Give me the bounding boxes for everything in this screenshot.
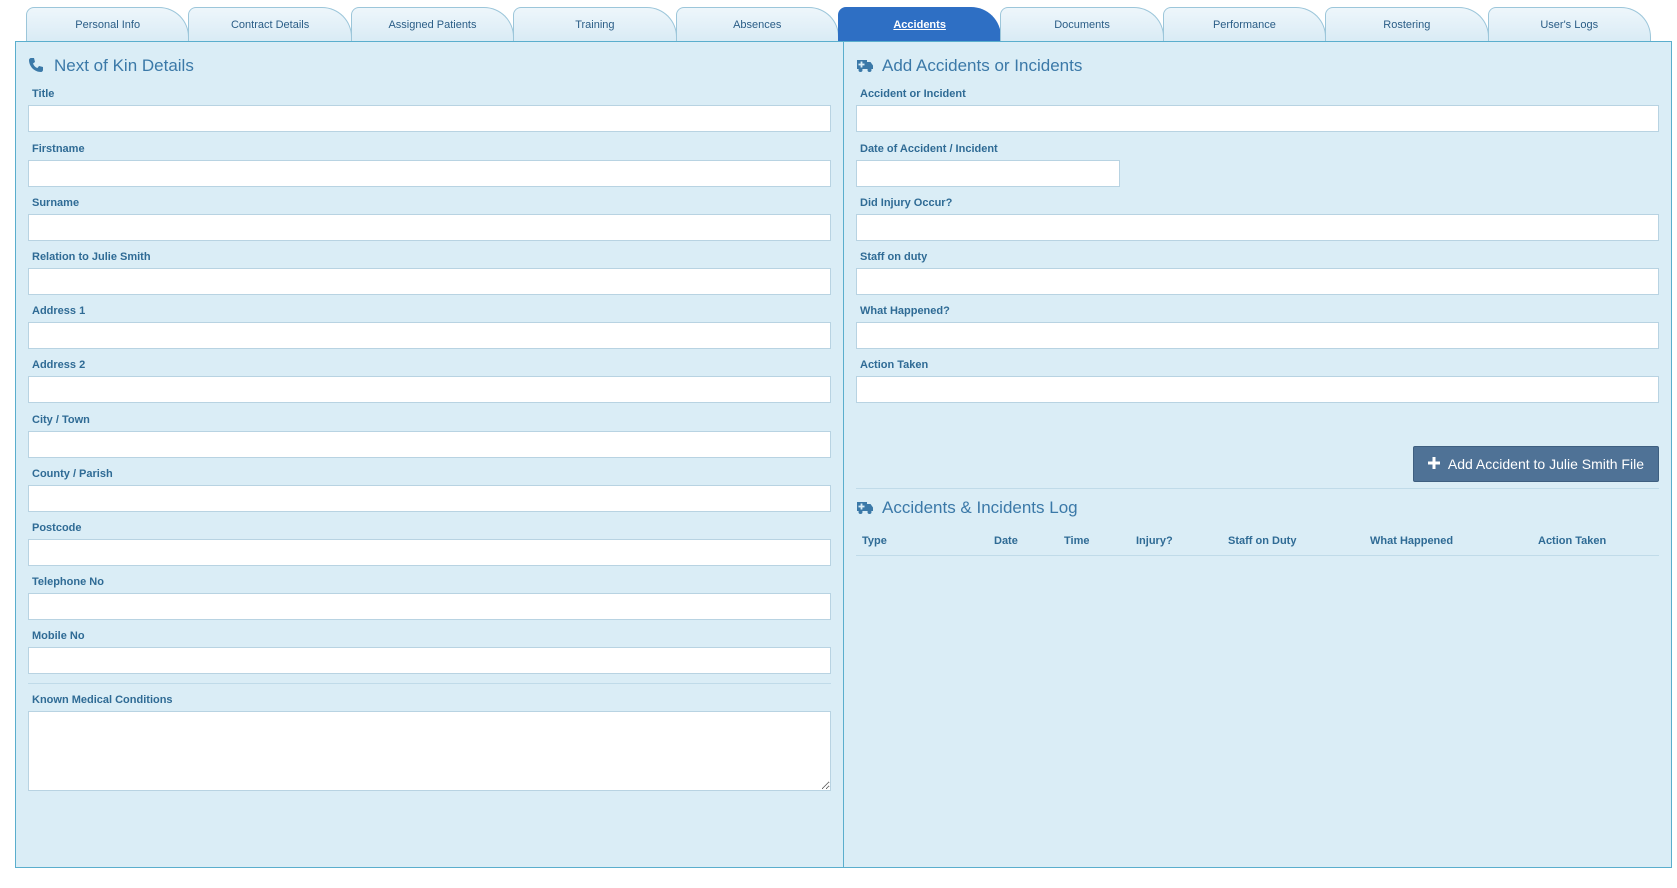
tab-personal-info[interactable]: Personal Info [26,7,190,41]
column-header-staff[interactable]: Staff on Duty [1222,527,1364,556]
medical-conditions-textarea[interactable] [28,711,831,791]
ambulance-icon [856,499,874,517]
add-accident-button[interactable]: Add Accident to Julie Smith File [1412,446,1659,482]
surname-label: Surname [32,197,80,209]
title-label: Title [32,88,55,100]
tab-performance[interactable]: Performance [1162,7,1327,41]
tab-label: User's Logs [1540,18,1599,31]
postcode-input[interactable] [28,539,831,566]
tab-label: Training [575,18,615,31]
staff-on-duty-input[interactable] [856,268,1659,295]
medical-label: Known Medical Conditions [32,694,173,706]
column-header-type[interactable]: Type [856,527,988,556]
relation-input[interactable] [28,268,831,295]
tab-training[interactable]: Training [513,7,677,41]
telephone-label: Telephone No [32,576,104,588]
tab-label: Accidents [893,18,946,31]
address1-input[interactable] [28,322,831,349]
what-happened-input[interactable] [856,322,1659,349]
tab-label: Performance [1212,18,1276,31]
injury-label: Did Injury Occur? [860,197,953,209]
panel-title-text: Next of Kin Details [54,56,194,75]
tab-accidents[interactable]: Accidents [837,7,1002,41]
county-input[interactable] [28,485,831,512]
accidents-panel: Add Accidents or Incidents Accident or I… [843,41,1672,868]
accidents-log-table: Type Date Time Injury? Staff on Duty Wha… [856,527,1659,556]
phone-icon [28,57,46,75]
section-divider [28,683,831,684]
city-input[interactable] [28,431,831,458]
postcode-label: Postcode [32,522,82,534]
column-header-injury[interactable]: Injury? [1130,527,1222,556]
tab-absences[interactable]: Absences [675,7,839,41]
accident-type-label: Accident or Incident [860,88,966,100]
what-happened-label: What Happened? [860,305,950,317]
tab-label: Absences [733,18,782,31]
mobile-input[interactable] [28,647,831,674]
column-header-time[interactable]: Time [1058,527,1130,556]
tab-label: Rostering [1383,18,1431,31]
county-label: County / Parish [32,468,113,480]
tab-label: Personal Info [75,18,141,31]
panel-title-text: Accidents & Incidents Log [882,498,1078,517]
log-heading: Accidents & Incidents Log [856,498,1078,518]
action-taken-label: Action Taken [860,359,929,371]
column-header-date[interactable]: Date [988,527,1058,556]
address1-label: Address 1 [32,305,86,317]
address2-input[interactable] [28,376,831,403]
tab-rostering[interactable]: Rostering [1325,7,1489,41]
address2-label: Address 2 [32,359,86,371]
tab-label: Contract Details [230,18,310,31]
city-label: City / Town [32,414,90,426]
tab-assigned-patients[interactable]: Assigned Patients [350,7,515,41]
accident-type-input[interactable] [856,105,1659,132]
tab-users-logs[interactable]: User's Logs [1487,7,1651,41]
next-of-kin-heading: Next of Kin Details [28,56,194,76]
mobile-label: Mobile No [32,630,85,642]
ambulance-icon [856,57,874,75]
firstname-input[interactable] [28,160,831,187]
tab-label: Documents [1054,18,1110,31]
relation-label: Relation to Julie Smith [32,251,151,263]
plus-icon [1427,456,1440,472]
accident-date-label: Date of Accident / Incident [860,143,998,155]
title-input[interactable] [28,105,831,132]
table-header-row: Type Date Time Injury? Staff on Duty Wha… [856,527,1659,556]
telephone-input[interactable] [28,593,831,620]
tab-bar: Personal Info Contract Details Assigned … [26,7,1660,41]
action-taken-input[interactable] [856,376,1659,403]
staff-on-duty-label: Staff on duty [860,251,928,263]
tab-documents[interactable]: Documents [1000,7,1164,41]
add-accident-button-label: Add Accident to Julie Smith File [1447,456,1644,472]
firstname-label: Firstname [32,143,85,155]
accident-date-input[interactable] [856,160,1120,187]
tab-label: Assigned Patients [388,18,477,31]
surname-input[interactable] [28,214,831,241]
injury-input[interactable] [856,214,1659,241]
panel-title-text: Add Accidents or Incidents [882,56,1083,75]
next-of-kin-panel: Next of Kin Details Title Firstname Surn… [15,41,844,868]
section-divider [856,488,1659,489]
tab-contract-details[interactable]: Contract Details [188,7,352,41]
accidents-heading: Add Accidents or Incidents [856,56,1082,76]
page: Personal Info Contract Details Assigned … [0,0,1677,888]
column-header-what-happened[interactable]: What Happened [1364,527,1532,556]
column-header-action-taken[interactable]: Action Taken [1532,527,1659,556]
